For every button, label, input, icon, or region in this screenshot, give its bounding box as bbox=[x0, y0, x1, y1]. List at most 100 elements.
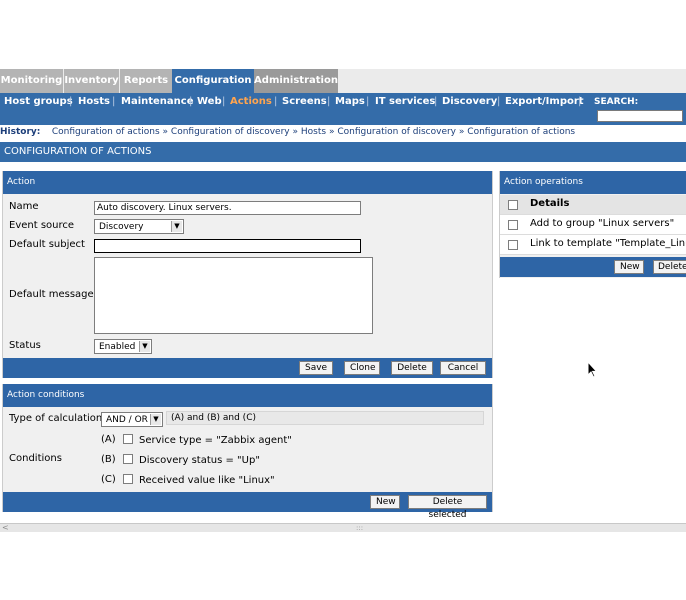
history-link[interactable]: Hosts bbox=[301, 127, 326, 137]
tab-inventory[interactable]: Inventory bbox=[64, 69, 119, 93]
delete-operation-button[interactable]: Delete bbox=[653, 260, 686, 274]
tab-monitoring[interactable]: Monitoring bbox=[0, 69, 63, 93]
event-source-select[interactable]: Discovery ▼ bbox=[94, 219, 184, 234]
condition-letter: (B) bbox=[101, 454, 116, 465]
new-operation-button[interactable]: New bbox=[614, 260, 644, 274]
conditions-label: Conditions bbox=[9, 453, 62, 464]
operations-panel-title: Action operations bbox=[504, 177, 583, 187]
action-panel-header: Action bbox=[3, 171, 492, 194]
menu-discovery[interactable]: Discovery bbox=[442, 96, 497, 107]
scroll-grip-icon[interactable]: ::: bbox=[356, 524, 363, 532]
tab-administration[interactable]: Administration bbox=[254, 69, 338, 93]
history-link[interactable]: Configuration of actions bbox=[52, 127, 160, 137]
action-panel-title: Action bbox=[7, 177, 36, 187]
checkbox-icon[interactable] bbox=[123, 454, 133, 464]
checkbox-icon[interactable] bbox=[123, 474, 133, 484]
tab-configuration[interactable]: Configuration bbox=[172, 69, 254, 93]
history-separator: » bbox=[162, 127, 169, 137]
default-message-textarea[interactable] bbox=[94, 257, 373, 334]
menu-separator: | bbox=[327, 96, 331, 107]
sub-menu: Host groups | Hosts | Maintenance | Web … bbox=[0, 93, 686, 125]
tab-reports[interactable]: Reports bbox=[120, 69, 172, 93]
new-condition-button[interactable]: New bbox=[370, 495, 400, 509]
menu-separator: | bbox=[578, 96, 582, 107]
menu-web[interactable]: Web bbox=[197, 96, 222, 107]
history-link[interactable]: Configuration of discovery bbox=[171, 127, 290, 137]
name-label: Name bbox=[9, 201, 39, 212]
delete-button[interactable]: Delete bbox=[391, 361, 433, 375]
condition-text: Received value like "Linux" bbox=[139, 475, 275, 486]
search-label: SEARCH: bbox=[594, 97, 639, 107]
search-input[interactable] bbox=[597, 110, 683, 122]
condition-letter: (C) bbox=[101, 474, 116, 485]
breadcrumb: History: Configuration of actions » Conf… bbox=[0, 125, 686, 141]
menu-actions[interactable]: Actions bbox=[230, 96, 272, 107]
checkbox-icon[interactable] bbox=[508, 200, 518, 210]
menu-separator: | bbox=[69, 96, 73, 107]
conditions-panel: Action conditions Type of calculation AN… bbox=[2, 384, 493, 520]
history-label: History: bbox=[0, 127, 41, 137]
conditions-panel-title: Action conditions bbox=[7, 390, 85, 400]
action-panel-footer: Save Clone Delete Cancel bbox=[3, 358, 492, 378]
history-link[interactable]: Configuration of actions bbox=[467, 127, 575, 137]
operation-detail[interactable]: Add to group "Linux servers" bbox=[530, 218, 674, 229]
name-input[interactable]: Auto discovery. Linux servers. bbox=[94, 201, 361, 215]
menu-maintenance[interactable]: Maintenance bbox=[121, 96, 194, 107]
operations-panel: Action operations Details Add to group "… bbox=[499, 171, 686, 278]
menu-separator: | bbox=[112, 96, 116, 107]
event-source-value: Discovery bbox=[99, 222, 144, 232]
condition-letter: (A) bbox=[101, 434, 116, 445]
horizontal-scrollbar[interactable]: < ::: bbox=[0, 523, 686, 532]
menu-separator: | bbox=[189, 96, 193, 107]
clone-button[interactable]: Clone bbox=[344, 361, 380, 375]
operations-table-header: Details bbox=[500, 195, 686, 215]
default-subject-label: Default subject bbox=[9, 239, 85, 250]
menu-hosts[interactable]: Hosts bbox=[78, 96, 110, 107]
checkbox-icon[interactable] bbox=[508, 220, 518, 230]
status-select[interactable]: Enabled ▼ bbox=[94, 339, 152, 354]
default-subject-input[interactable] bbox=[94, 239, 361, 253]
menu-separator: | bbox=[274, 96, 278, 107]
formula-display: (A) and (B) and (C) bbox=[166, 411, 484, 425]
conditions-panel-header: Action conditions bbox=[3, 384, 492, 407]
default-message-label: Default message bbox=[9, 289, 94, 300]
details-column-header: Details bbox=[530, 198, 570, 209]
history-link[interactable]: Configuration of discovery bbox=[337, 127, 456, 137]
conditions-panel-footer: New Delete selected bbox=[3, 492, 492, 520]
table-row[interactable]: Link to template "Template_Linux" bbox=[500, 235, 686, 255]
dropdown-arrow-icon: ▼ bbox=[171, 221, 182, 232]
history-separator: » bbox=[292, 127, 298, 137]
save-button[interactable]: Save bbox=[299, 361, 333, 375]
menu-screens[interactable]: Screens bbox=[282, 96, 327, 107]
condition-text: Service type = "Zabbix agent" bbox=[139, 435, 292, 446]
main-tabs: Monitoring Inventory Reports Configurati… bbox=[0, 69, 686, 93]
menu-host-groups[interactable]: Host groups bbox=[4, 96, 73, 107]
delete-selected-button[interactable]: Delete selected bbox=[408, 495, 487, 520]
condition-text: Discovery status = "Up" bbox=[139, 455, 260, 466]
operation-detail[interactable]: Link to template "Template_Linux" bbox=[530, 238, 686, 249]
type-of-calculation-label: Type of calculation bbox=[9, 413, 103, 424]
mouse-cursor-icon bbox=[587, 361, 598, 378]
dropdown-arrow-icon: ▼ bbox=[150, 414, 161, 425]
page-title: CONFIGURATION OF ACTIONS bbox=[4, 146, 152, 157]
action-panel: Action Name Auto discovery. Linux server… bbox=[2, 171, 493, 378]
calculation-type-select[interactable]: AND / OR ▼ bbox=[101, 412, 163, 427]
menu-it-services[interactable]: IT services bbox=[375, 96, 435, 107]
menu-separator: | bbox=[497, 96, 501, 107]
page-title-bar: CONFIGURATION OF ACTIONS bbox=[0, 142, 686, 162]
cancel-button[interactable]: Cancel bbox=[440, 361, 486, 375]
scroll-left-icon[interactable]: < bbox=[2, 524, 9, 532]
history-separator: » bbox=[458, 127, 465, 137]
status-label: Status bbox=[9, 340, 41, 351]
checkbox-icon[interactable] bbox=[508, 240, 518, 250]
menu-separator: | bbox=[366, 96, 370, 107]
calculation-type-value: AND / OR bbox=[106, 415, 148, 425]
status-value: Enabled bbox=[99, 342, 136, 352]
event-source-label: Event source bbox=[9, 220, 75, 231]
menu-export-import[interactable]: Export/Import bbox=[505, 96, 584, 107]
menu-maps[interactable]: Maps bbox=[335, 96, 365, 107]
table-row[interactable]: Add to group "Linux servers" bbox=[500, 215, 686, 235]
checkbox-icon[interactable] bbox=[123, 434, 133, 444]
history-separator: » bbox=[328, 127, 335, 137]
operations-panel-footer: New Delete bbox=[500, 257, 686, 277]
